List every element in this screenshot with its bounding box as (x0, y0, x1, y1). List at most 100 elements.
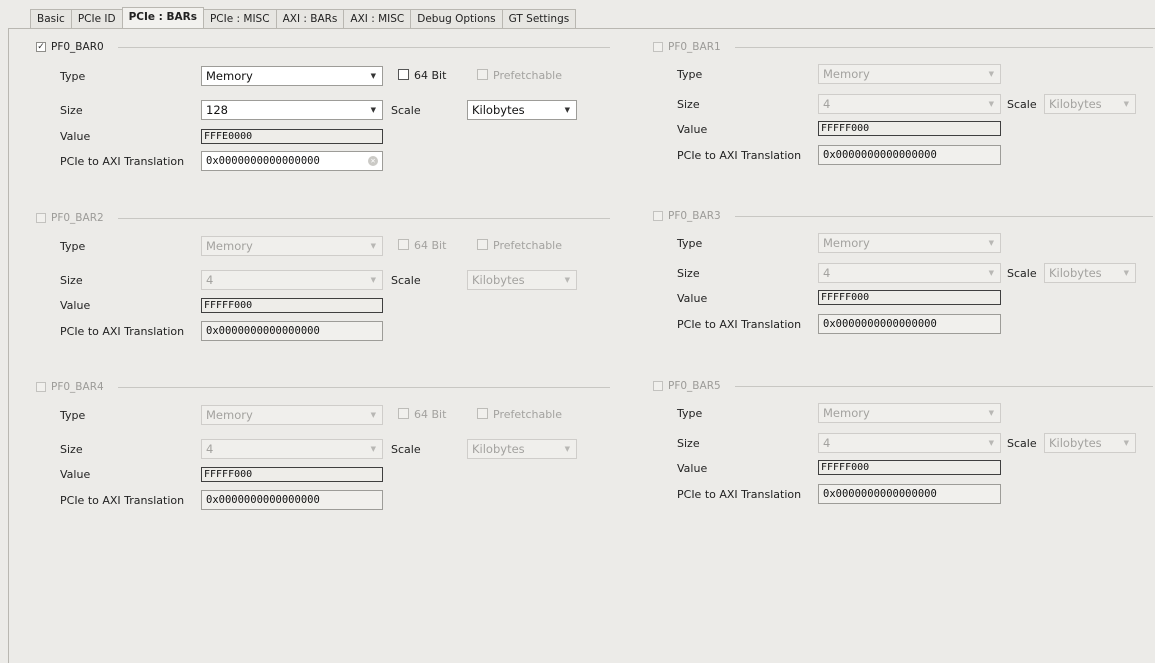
check-icon: ✓ (37, 42, 45, 52)
scale-label: Scale (1007, 98, 1037, 111)
prefetchable-checkbox[interactable]: Prefetchable (477, 239, 562, 252)
value-label: Value (60, 130, 91, 143)
scale-label: Scale (1007, 267, 1037, 280)
scale-value: Kilobytes (1049, 97, 1102, 111)
tab-debug-options[interactable]: Debug Options (410, 9, 503, 28)
bit64-label: 64 Bit (414, 408, 447, 421)
translation-value: 0x0000000000000000 (206, 325, 320, 337)
bit64-checkbox[interactable]: 64 Bit (398, 408, 446, 421)
translation-value: 0x0000000000000000 (206, 155, 320, 167)
size-label: Size (677, 437, 700, 450)
scale-dropdown[interactable]: Kilobytes ▼ (1044, 433, 1136, 453)
tab-pcie-bars[interactable]: PCIe : BARs (121, 7, 204, 28)
prefetchable-checkbox[interactable]: Prefetchable (477, 69, 562, 82)
scale-value: Kilobytes (472, 442, 525, 456)
bar-enable-checkbox[interactable]: ✓ (36, 42, 46, 52)
translation-input[interactable]: 0x0000000000000000 (818, 145, 1001, 165)
type-value: Memory (206, 408, 253, 422)
value-label: Value (60, 299, 91, 312)
translation-input[interactable]: 0x0000000000000000 (818, 314, 1001, 334)
type-label: Type (60, 409, 86, 422)
size-label: Size (677, 98, 700, 111)
type-dropdown[interactable]: Memory ▼ (818, 403, 1001, 423)
chevron-down-icon: ▼ (1123, 269, 1129, 277)
scale-dropdown[interactable]: Kilobytes ▼ (467, 439, 577, 459)
value-field: FFFFF000 (201, 467, 383, 482)
scale-value: Kilobytes (1049, 436, 1102, 450)
bit64-checkbox[interactable]: 64 Bit (398, 69, 446, 82)
type-label: Type (60, 70, 86, 83)
type-label: Type (677, 68, 703, 81)
size-value: 4 (206, 442, 214, 456)
tab-pcie-id[interactable]: PCIe ID (70, 9, 123, 28)
type-value: Memory (823, 67, 870, 81)
scale-label: Scale (391, 104, 421, 117)
chevron-down-icon: ▼ (1123, 439, 1129, 447)
bar-panel-pf0-bar1: PF0_BAR1 Type Memory ▼ Size 4 ▼ Scale Ki… (653, 41, 1153, 192)
chevron-down-icon: ▼ (564, 106, 570, 114)
bar-title: PF0_BAR2 (51, 212, 104, 224)
scale-dropdown[interactable]: Kilobytes ▼ (467, 100, 577, 120)
tab-basic[interactable]: Basic (30, 9, 72, 28)
bar-panel-pf0-bar5: PF0_BAR5 Type Memory ▼ Size 4 ▼ Scale Ki… (653, 380, 1153, 531)
tab-content: ✓ PF0_BAR0 Type Memory ▼ 64 Bit Prefetch… (8, 28, 1155, 663)
tab-gt-settings[interactable]: GT Settings (501, 9, 577, 28)
type-value: Memory (206, 239, 253, 253)
bar-enable-checkbox[interactable] (653, 211, 663, 221)
size-dropdown[interactable]: 128 ▼ (201, 100, 383, 120)
tab-pcie-misc[interactable]: PCIe : MISC (202, 9, 277, 28)
type-dropdown[interactable]: Memory ▼ (201, 236, 383, 256)
prefetchable-checkbox[interactable]: Prefetchable (477, 408, 562, 421)
group-divider (735, 216, 1153, 217)
bar-enable-checkbox[interactable] (653, 381, 663, 391)
chevron-down-icon: ▼ (988, 100, 994, 108)
tab-axi-bars[interactable]: AXI : BARs (275, 9, 345, 28)
type-dropdown[interactable]: Memory ▼ (818, 233, 1001, 253)
bar-title: PF0_BAR1 (668, 41, 721, 53)
bar-title: PF0_BAR4 (51, 381, 104, 393)
size-dropdown[interactable]: 4 ▼ (818, 263, 1001, 283)
chevron-down-icon: ▼ (370, 445, 376, 453)
translation-input[interactable]: 0x0000000000000000 ✕ (201, 151, 383, 171)
value-field: FFFFF000 (818, 460, 1001, 475)
group-divider (118, 387, 610, 388)
type-value: Memory (823, 406, 870, 420)
bar-enable-checkbox[interactable] (653, 42, 663, 52)
type-dropdown[interactable]: Memory ▼ (818, 64, 1001, 84)
value-field: FFFFF000 (201, 298, 383, 313)
value-field: FFFFF000 (818, 121, 1001, 136)
translation-value: 0x0000000000000000 (823, 488, 937, 500)
translation-input[interactable]: 0x0000000000000000 (201, 490, 383, 510)
bit64-label: 64 Bit (414, 239, 447, 252)
size-dropdown[interactable]: 4 ▼ (201, 439, 383, 459)
chevron-down-icon: ▼ (370, 72, 376, 80)
size-dropdown[interactable]: 4 ▼ (818, 433, 1001, 453)
tab-strip: Basic PCIe ID PCIe : BARs PCIe : MISC AX… (30, 7, 577, 28)
scale-dropdown[interactable]: Kilobytes ▼ (1044, 94, 1136, 114)
size-dropdown[interactable]: 4 ▼ (201, 270, 383, 290)
scale-value: Kilobytes (472, 103, 525, 117)
bar-title: PF0_BAR5 (668, 380, 721, 392)
scale-dropdown[interactable]: Kilobytes ▼ (467, 270, 577, 290)
clear-icon[interactable]: ✕ (368, 156, 378, 166)
size-label: Size (677, 267, 700, 280)
type-dropdown[interactable]: Memory ▼ (201, 66, 383, 86)
prefetchable-label: Prefetchable (493, 408, 563, 421)
translation-input[interactable]: 0x0000000000000000 (818, 484, 1001, 504)
translation-label: PCIe to AXI Translation (60, 494, 185, 507)
chevron-down-icon: ▼ (370, 276, 376, 284)
tab-axi-misc[interactable]: AXI : MISC (343, 9, 412, 28)
scale-dropdown[interactable]: Kilobytes ▼ (1044, 263, 1136, 283)
bar-panel-pf0-bar2: PF0_BAR2 Type Memory ▼ 64 Bit Prefetchab… (36, 212, 616, 363)
bar-enable-checkbox[interactable] (36, 213, 46, 223)
group-divider (735, 386, 1153, 387)
type-dropdown[interactable]: Memory ▼ (201, 405, 383, 425)
type-value: Memory (206, 69, 253, 83)
size-dropdown[interactable]: 4 ▼ (818, 94, 1001, 114)
bit64-checkbox[interactable]: 64 Bit (398, 239, 446, 252)
chevron-down-icon: ▼ (370, 411, 376, 419)
bar-enable-checkbox[interactable] (36, 382, 46, 392)
translation-label: PCIe to AXI Translation (677, 488, 802, 501)
chevron-down-icon: ▼ (1123, 100, 1129, 108)
translation-input[interactable]: 0x0000000000000000 (201, 321, 383, 341)
